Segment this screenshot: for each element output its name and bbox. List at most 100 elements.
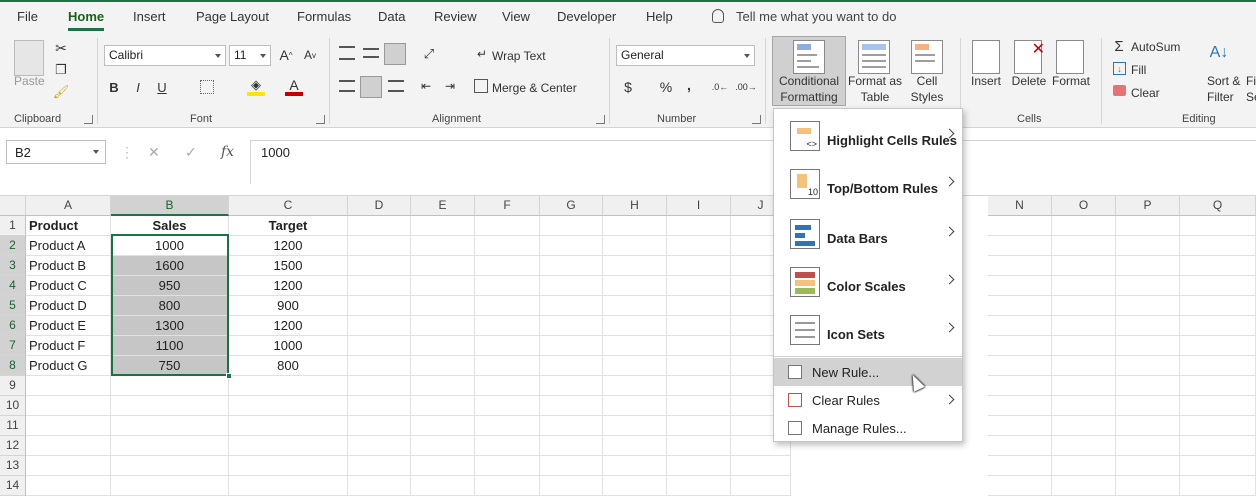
cell-a5[interactable]: Product D [26, 296, 111, 316]
format-as-table-label-2[interactable]: Table [846, 90, 904, 104]
cell-i9[interactable] [667, 376, 731, 396]
cell-c10[interactable] [229, 396, 348, 416]
cell-d6[interactable] [348, 316, 411, 336]
cell-n3[interactable] [988, 256, 1052, 276]
cell-o12[interactable] [1052, 436, 1116, 456]
column-header-n[interactable]: N [988, 196, 1052, 216]
cell-n9[interactable] [988, 376, 1052, 396]
cell-p13[interactable] [1116, 456, 1180, 476]
number-format-select[interactable]: General [616, 45, 755, 66]
cell-o3[interactable] [1052, 256, 1116, 276]
cell-o2[interactable] [1052, 236, 1116, 256]
cell-c5[interactable]: 900 [229, 296, 348, 316]
cell-g1[interactable] [540, 216, 603, 236]
top-align-icon[interactable] [339, 46, 355, 60]
row-header-1[interactable]: 1 [0, 216, 26, 236]
cell-b5[interactable]: 800 [111, 296, 229, 316]
format-button[interactable]: Format [1050, 74, 1092, 88]
cell-h9[interactable] [603, 376, 667, 396]
cell-q9[interactable] [1180, 376, 1256, 396]
tab-data[interactable]: Data [378, 9, 405, 24]
shrink-font-icon[interactable]: Av [302, 46, 318, 64]
format-as-table-label-1[interactable]: Format as [846, 74, 904, 88]
align-center-icon[interactable] [360, 76, 382, 98]
tell-me-search[interactable]: Tell me what you want to do [712, 9, 896, 24]
cell-n13[interactable] [988, 456, 1052, 476]
cell-h5[interactable] [603, 296, 667, 316]
cell-a14[interactable] [26, 476, 111, 496]
column-header-d[interactable]: D [348, 196, 411, 216]
cell-j14[interactable] [731, 476, 791, 496]
cell-g4[interactable] [540, 276, 603, 296]
cell-d14[interactable] [348, 476, 411, 496]
format-painter-icon[interactable]: 🖌 [53, 84, 70, 100]
cell-a10[interactable] [26, 396, 111, 416]
cancel-icon[interactable]: ✕ [148, 144, 160, 161]
cell-i8[interactable] [667, 356, 731, 376]
cell-f14[interactable] [475, 476, 540, 496]
format-as-table-icon[interactable] [858, 40, 890, 74]
cell-n6[interactable] [988, 316, 1052, 336]
row-header-10[interactable]: 10 [0, 396, 26, 416]
cell-d7[interactable] [348, 336, 411, 356]
cell-h1[interactable] [603, 216, 667, 236]
tab-insert[interactable]: Insert [133, 9, 166, 24]
menu-item-color-scales[interactable]: Color Scales [774, 259, 962, 307]
cell-g8[interactable] [540, 356, 603, 376]
cell-p5[interactable] [1116, 296, 1180, 316]
cell-d10[interactable] [348, 396, 411, 416]
select-all-corner[interactable] [0, 196, 26, 216]
cell-e3[interactable] [411, 256, 475, 276]
tab-help[interactable]: Help [646, 9, 673, 24]
cell-f6[interactable] [475, 316, 540, 336]
cell-q4[interactable] [1180, 276, 1256, 296]
cell-c7[interactable]: 1000 [229, 336, 348, 356]
cell-o14[interactable] [1052, 476, 1116, 496]
column-header-g[interactable]: G [540, 196, 603, 216]
cell-b14[interactable] [111, 476, 229, 496]
cell-p12[interactable] [1116, 436, 1180, 456]
eraser-icon[interactable] [1113, 85, 1126, 96]
cell-q2[interactable] [1180, 236, 1256, 256]
insert-cells-icon[interactable] [972, 40, 1000, 74]
cell-b13[interactable] [111, 456, 229, 476]
cell-i11[interactable] [667, 416, 731, 436]
cell-q12[interactable] [1180, 436, 1256, 456]
insert-button[interactable]: Insert [966, 74, 1006, 88]
cell-q10[interactable] [1180, 396, 1256, 416]
cell-h4[interactable] [603, 276, 667, 296]
column-header-a[interactable]: A [26, 196, 111, 216]
cell-h3[interactable] [603, 256, 667, 276]
row-header-3[interactable]: 3 [0, 256, 26, 276]
cell-d12[interactable] [348, 436, 411, 456]
cell-b2[interactable]: 1000 [111, 236, 229, 256]
cell-e9[interactable] [411, 376, 475, 396]
cell-b12[interactable] [111, 436, 229, 456]
cell-g6[interactable] [540, 316, 603, 336]
cell-a6[interactable]: Product E [26, 316, 111, 336]
cell-e10[interactable] [411, 396, 475, 416]
row-header-6[interactable]: 6 [0, 316, 26, 336]
cell-q11[interactable] [1180, 416, 1256, 436]
cell-f11[interactable] [475, 416, 540, 436]
tab-view[interactable]: View [502, 9, 530, 24]
column-header-p[interactable]: P [1116, 196, 1180, 216]
cell-f7[interactable] [475, 336, 540, 356]
cell-p8[interactable] [1116, 356, 1180, 376]
cell-f13[interactable] [475, 456, 540, 476]
find-select-label-2[interactable]: Se [1246, 90, 1256, 104]
cell-i13[interactable] [667, 456, 731, 476]
tab-developer[interactable]: Developer [557, 9, 616, 24]
cell-b7[interactable]: 1100 [111, 336, 229, 356]
enter-icon[interactable]: ✓ [185, 144, 197, 161]
cell-f3[interactable] [475, 256, 540, 276]
cell-f5[interactable] [475, 296, 540, 316]
paste-icon[interactable] [14, 40, 44, 76]
cell-q3[interactable] [1180, 256, 1256, 276]
increase-decimal-icon[interactable]: .0← [710, 80, 730, 94]
grow-font-icon[interactable]: A ^ [278, 46, 294, 64]
name-box[interactable]: B2 [6, 140, 106, 164]
autosum-button[interactable]: AutoSum [1131, 40, 1180, 54]
cell-o5[interactable] [1052, 296, 1116, 316]
underline-button[interactable]: U [155, 78, 169, 96]
